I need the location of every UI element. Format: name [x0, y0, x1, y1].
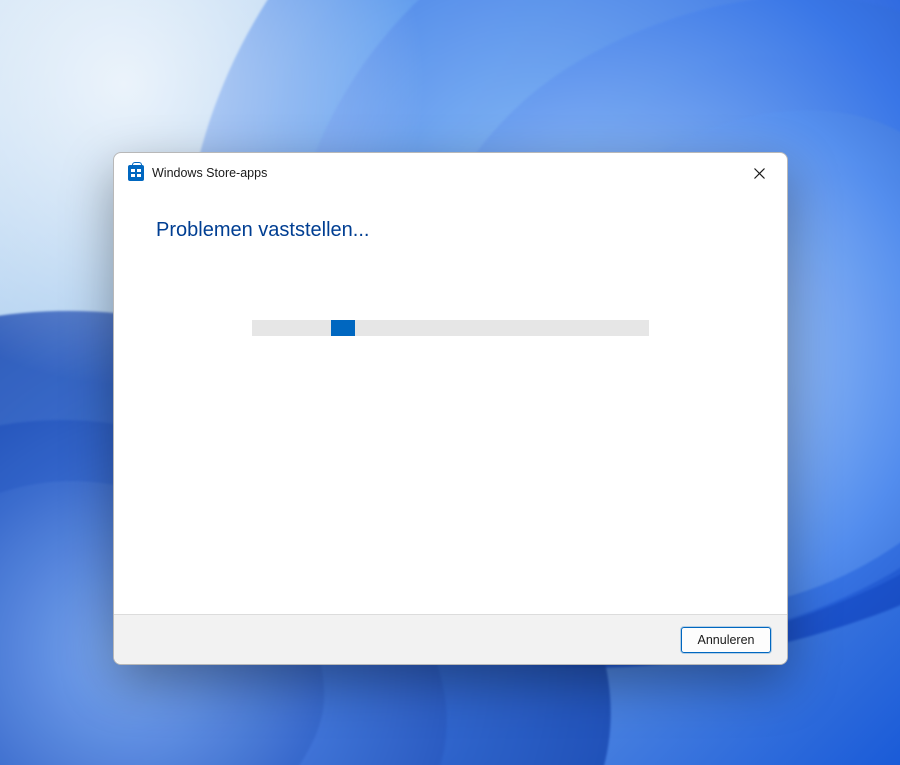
close-button[interactable]: [737, 158, 781, 188]
progress-bar: [252, 320, 649, 336]
troubleshooter-dialog: Windows Store-apps Problemen vaststellen…: [113, 152, 788, 665]
store-icon: [128, 165, 144, 181]
close-icon: [754, 168, 765, 179]
titlebar: Windows Store-apps: [114, 153, 787, 193]
cancel-button[interactable]: Annuleren: [681, 627, 771, 653]
dialog-title: Windows Store-apps: [152, 166, 267, 180]
dialog-content: Problemen vaststellen...: [114, 193, 787, 614]
progress-indicator: [331, 320, 355, 336]
progress-area: [156, 320, 745, 336]
dialog-footer: Annuleren: [114, 614, 787, 664]
status-heading: Problemen vaststellen...: [156, 219, 745, 242]
